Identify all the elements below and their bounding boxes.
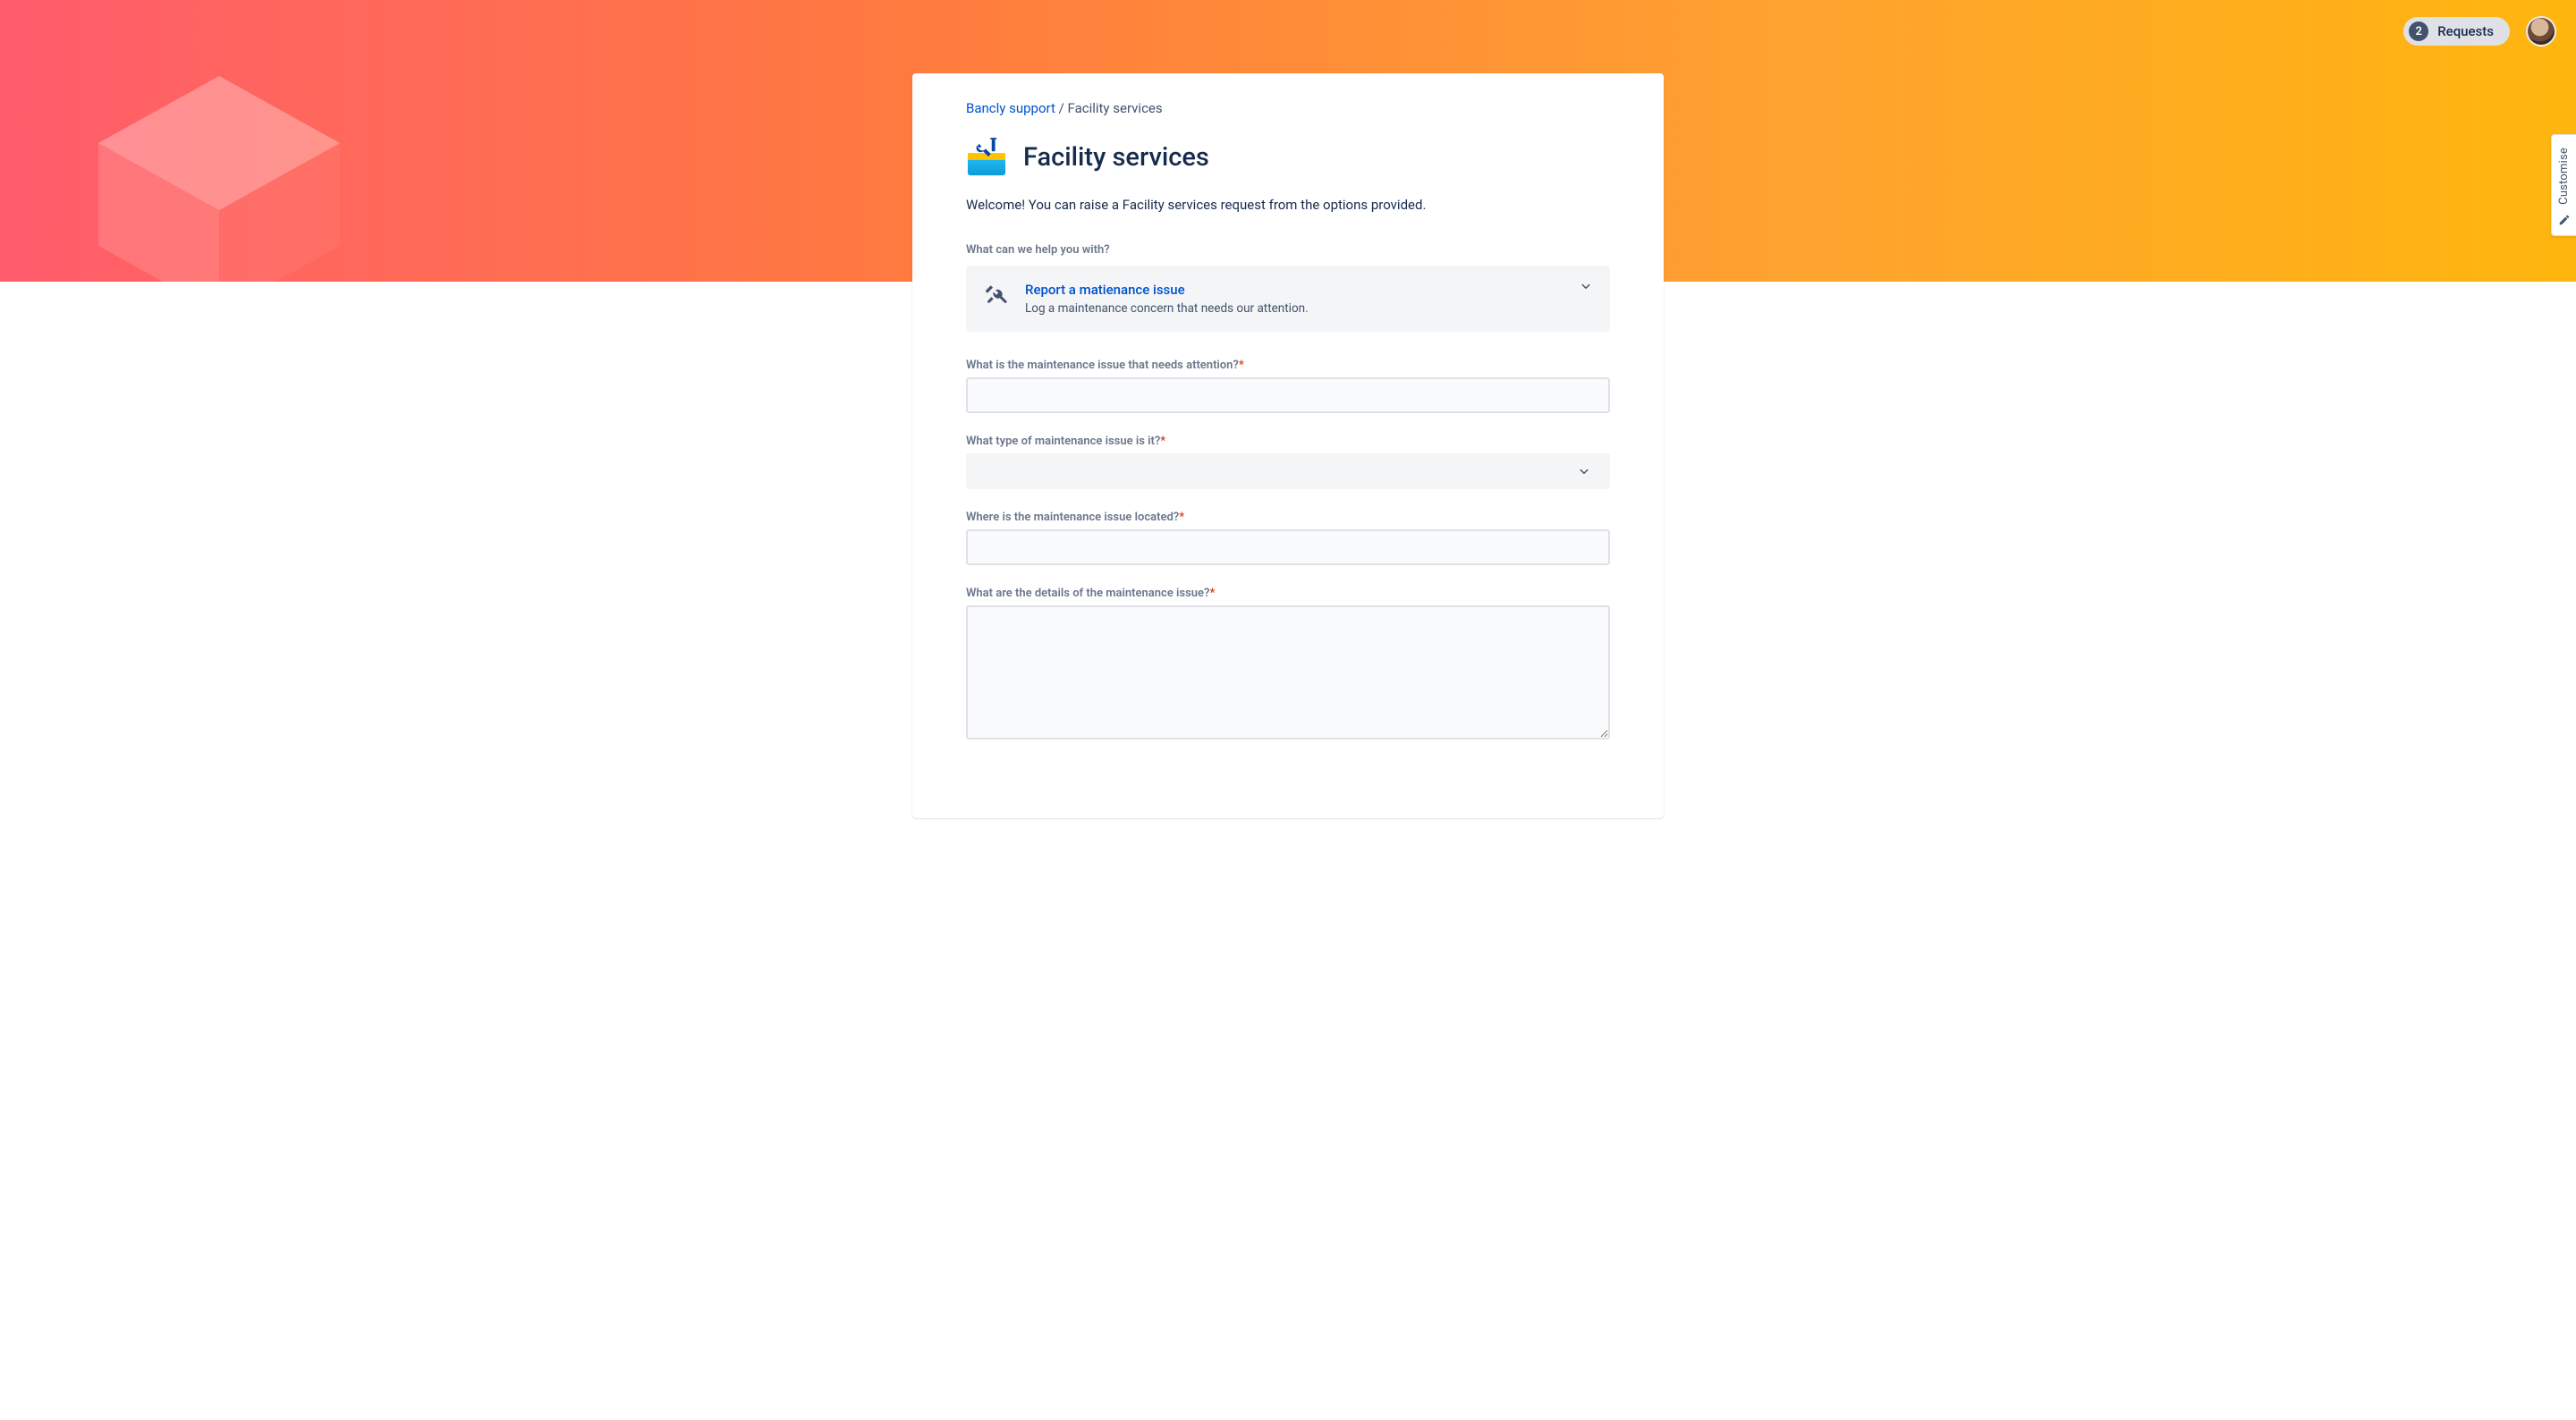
requests-count-badge: 2 [2409,21,2428,41]
type-select[interactable] [966,453,1610,489]
field-details: What are the details of the maintenance … [966,587,1610,743]
page-title-row: Facility services [966,138,1610,177]
help-prompt: What can we help you with? [966,243,1610,257]
field-type-label: What type of maintenance issue is it?* [966,435,1610,448]
issue-input[interactable] [966,377,1610,413]
requests-button[interactable]: 2 Requests [2403,17,2510,46]
field-issue: What is the maintenance issue that needs… [966,359,1610,413]
form-card: Bancly support / Facility services Facil… [912,73,1664,818]
pencil-icon [2558,214,2571,226]
customise-tab[interactable]: Customise [2551,134,2576,236]
chevron-down-icon [1578,278,1594,294]
field-type: What type of maintenance issue is it?* [966,435,1610,489]
requests-label: Requests [2437,23,2494,39]
customise-label: Customise [2557,148,2571,205]
details-textarea[interactable] [966,605,1610,740]
wrench-screwdriver-icon [986,283,1009,307]
toolbox-icon [966,138,1007,177]
request-type-title: Report a matienance issue [1025,282,1309,298]
field-location-label: Where is the maintenance issue located?* [966,511,1610,524]
field-location: Where is the maintenance issue located?* [966,511,1610,565]
welcome-text: Welcome! You can raise a Facility servic… [966,197,1610,213]
avatar[interactable] [2526,16,2556,46]
location-input[interactable] [966,529,1610,565]
breadcrumb-separator: / [1059,100,1068,116]
field-issue-label: What is the maintenance issue that needs… [966,359,1610,372]
request-type-description: Log a maintenance concern that needs our… [1025,301,1309,316]
page-title: Facility services [1023,142,1209,173]
breadcrumb-root-link[interactable]: Bancly support [966,100,1055,116]
hero-decoration [63,18,367,282]
chevron-down-icon [1576,463,1592,479]
topbar: 2 Requests [2403,16,2556,46]
field-details-label: What are the details of the maintenance … [966,587,1610,600]
request-type-selector[interactable]: Report a matienance issue Log a maintena… [966,266,1610,332]
breadcrumb-current: Facility services [1068,100,1163,116]
breadcrumb: Bancly support / Facility services [966,100,1610,116]
